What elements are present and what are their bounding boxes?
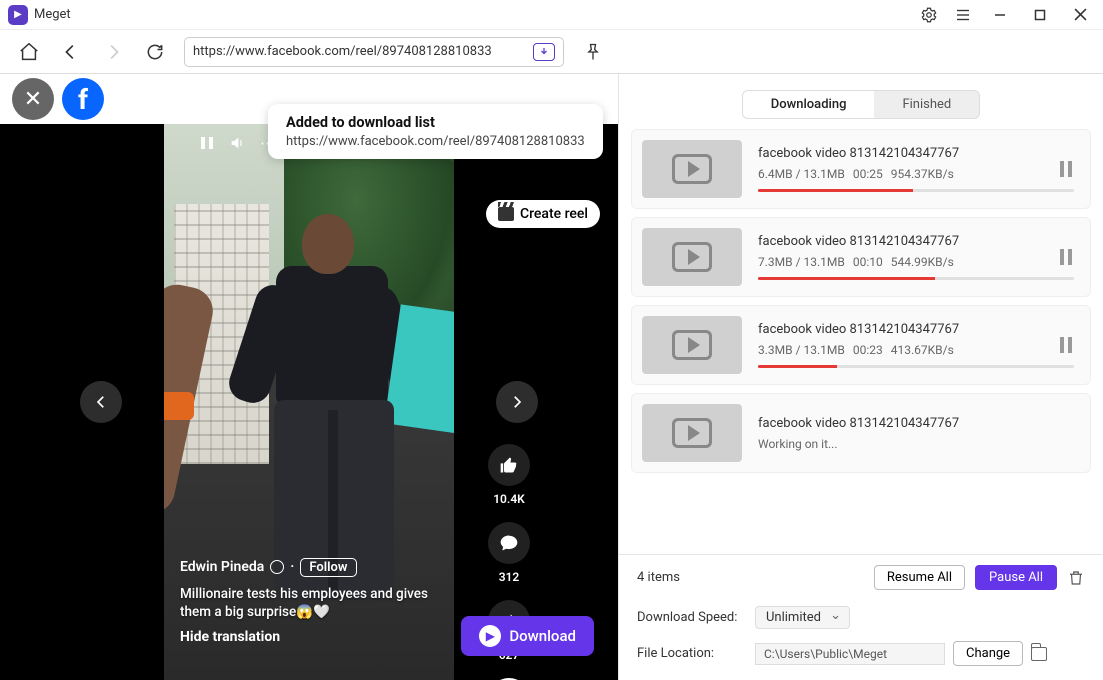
app-logo-icon — [8, 5, 28, 25]
browser-viewport: ✕ f Added to download list https://www.f… — [0, 74, 618, 680]
download-list: facebook video 813142104347767 6.4MB / 1… — [619, 129, 1103, 554]
reload-icon[interactable] — [142, 39, 168, 65]
like-button[interactable] — [488, 444, 530, 486]
close-icon[interactable]: ✕ — [12, 78, 54, 120]
speed-label: Download Speed: — [637, 610, 747, 625]
download-stats: 3.3MB / 13.1MB00:23413.67KB/s — [758, 343, 1074, 357]
summary-row: 4 items Resume All Pause All — [619, 554, 1103, 600]
download-stats: 7.3MB / 13.1MB00:10544.99KB/s — [758, 255, 1074, 269]
speed-select[interactable]: Unlimited — [755, 606, 850, 629]
download-name: facebook video 813142104347767 — [758, 416, 1074, 431]
next-reel-button[interactable] — [496, 381, 538, 423]
titlebar: Meget — [0, 0, 1103, 30]
previous-reel-button[interactable] — [80, 381, 122, 423]
follow-button[interactable]: Follow — [300, 558, 356, 577]
download-button[interactable]: ▶ Download — [461, 616, 594, 656]
location-label: File Location: — [637, 646, 747, 661]
tab-downloading[interactable]: Downloading — [743, 91, 875, 118]
download-name: facebook video 813142104347767 — [758, 322, 1074, 337]
hamburger-menu-icon[interactable] — [951, 3, 975, 27]
download-item: facebook video 813142104347767 7.3MB / 1… — [631, 217, 1091, 297]
forward-icon — [100, 39, 126, 65]
pause-item-button[interactable] — [1060, 337, 1072, 353]
download-item: facebook video 813142104347767 3.3MB / 1… — [631, 305, 1091, 385]
window-minimize-button[interactable] — [985, 1, 1015, 29]
download-name: facebook video 813142104347767 — [758, 234, 1074, 249]
pin-icon[interactable] — [580, 39, 606, 65]
home-icon[interactable] — [16, 39, 42, 65]
app-title: Meget — [34, 7, 71, 22]
back-icon[interactable] — [58, 39, 84, 65]
pause-icon[interactable] — [200, 134, 214, 152]
item-count-label: 4 items — [637, 570, 864, 585]
download-label: Download — [509, 627, 576, 645]
play-icon — [672, 330, 712, 360]
open-folder-icon[interactable] — [1031, 647, 1047, 661]
hide-translation-button[interactable]: Hide translation — [180, 629, 440, 645]
tab-segment: Downloading Finished — [742, 90, 981, 119]
browser-toolbar — [0, 30, 1103, 74]
download-status: Working on it... — [758, 437, 1074, 451]
toast-title: Added to download list — [286, 114, 585, 131]
url-bar[interactable] — [184, 37, 564, 67]
progress-bar — [758, 189, 1074, 192]
change-location-button[interactable]: Change — [953, 641, 1023, 666]
reel-video-area: ⋯ Create reel 10.4K 312 — [0, 124, 618, 680]
download-panel: Downloading Finished facebook video 8131… — [618, 74, 1103, 680]
create-reel-label: Create reel — [520, 206, 588, 222]
pause-item-button[interactable] — [1060, 249, 1072, 265]
play-icon — [672, 418, 712, 448]
download-icon: ▶ — [479, 625, 501, 647]
pause-item-button[interactable] — [1060, 161, 1072, 177]
video-thumbnail — [642, 228, 742, 286]
tab-finished[interactable]: Finished — [874, 91, 979, 118]
download-item: facebook video 813142104347767 Working o… — [631, 393, 1091, 473]
progress-bar — [758, 365, 1074, 368]
video-thumbnail — [642, 140, 742, 198]
download-stats: 6.4MB / 13.1MB00:25954.37KB/s — [758, 167, 1074, 181]
play-icon — [672, 154, 712, 184]
window-close-button[interactable] — [1065, 1, 1095, 29]
trash-icon[interactable] — [1067, 569, 1085, 587]
like-count: 10.4K — [493, 492, 525, 506]
volume-icon[interactable] — [228, 134, 246, 152]
reel-meta: Edwin Pineda · Follow Millionaire tests … — [180, 558, 440, 645]
url-input[interactable] — [193, 44, 533, 59]
globe-icon — [270, 560, 284, 574]
play-icon — [672, 242, 712, 272]
download-speed-row: Download Speed: Unlimited — [619, 600, 1103, 635]
create-reel-button[interactable]: Create reel — [486, 200, 600, 228]
video-thumbnail — [642, 316, 742, 374]
download-url-icon[interactable] — [533, 43, 555, 61]
download-name: facebook video 813142104347767 — [758, 146, 1074, 161]
comment-count: 312 — [499, 570, 520, 584]
location-input[interactable] — [755, 643, 945, 665]
download-item: facebook video 813142104347767 6.4MB / 1… — [631, 129, 1091, 209]
video-thumbnail — [642, 404, 742, 462]
progress-bar — [758, 277, 1074, 280]
toast-url: https://www.facebook.com/reel/8974081288… — [286, 134, 585, 149]
toast-added-to-download: Added to download list https://www.faceb… — [268, 104, 603, 159]
reel-caption: Millionaire tests his employees and give… — [180, 585, 440, 621]
window-maximize-button[interactable] — [1025, 1, 1055, 29]
pause-all-button[interactable]: Pause All — [975, 565, 1057, 590]
resume-all-button[interactable]: Resume All — [874, 565, 965, 590]
facebook-logo-icon[interactable]: f — [62, 78, 104, 120]
settings-gear-icon[interactable] — [917, 3, 941, 27]
file-location-row: File Location: Change — [619, 635, 1103, 680]
comment-button[interactable] — [488, 522, 530, 564]
clapperboard-icon — [498, 207, 514, 221]
author-name[interactable]: Edwin Pineda — [180, 559, 264, 575]
